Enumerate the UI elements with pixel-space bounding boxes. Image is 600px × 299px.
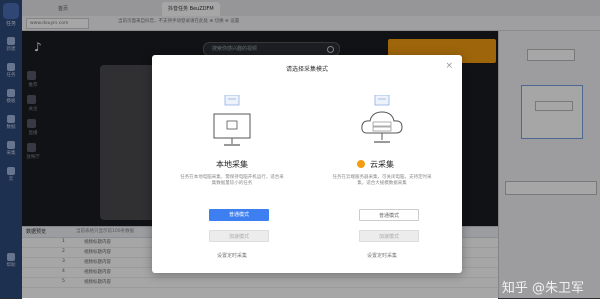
local-computer-icon [213, 95, 251, 146]
dialog-title: 请选择采集模式 [285, 66, 328, 73]
cloud-collect-option: 云采集 任务在云端服务器采集，可关闭电脑，支持定时采集，适合大规模数据采集 普通… [307, 81, 457, 267]
cloud-schedule-link[interactable]: 设置定时采集 [307, 252, 457, 259]
local-schedule-link[interactable]: 设置定时采集 [157, 252, 307, 259]
local-speed-mode-button[interactable]: 加速模式 [209, 230, 269, 242]
cloud-collect-title: 云采集 [370, 160, 394, 169]
cloud-normal-mode-button[interactable]: 普通模式 [359, 209, 419, 221]
cloud-speed-mode-button[interactable]: 加速模式 [359, 230, 419, 242]
local-collect-desc: 任务在本地电脑采集，需保持电脑开机运行，适合采集数据量较小的任务 [180, 175, 284, 186]
collect-mode-dialog: 请选择采集模式 × 本地采集 任务在本地电脑采集，需保持电脑开机运行，适合采集数… [152, 55, 462, 273]
close-icon[interactable]: × [445, 61, 453, 71]
cloud-collect-desc: 任务在云端服务器采集，可关闭电脑，支持定时采集，适合大规模数据采集 [332, 175, 432, 186]
cloud-server-icon [361, 95, 403, 143]
local-collect-option: 本地采集 任务在本地电脑采集，需保持电脑开机运行，适合采集数据量较小的任务 普通… [157, 81, 307, 267]
local-collect-title: 本地采集 [216, 160, 248, 169]
watermark: 知乎 @朱卫军 [501, 281, 584, 296]
local-normal-mode-button[interactable]: 普通模式 [209, 209, 269, 221]
